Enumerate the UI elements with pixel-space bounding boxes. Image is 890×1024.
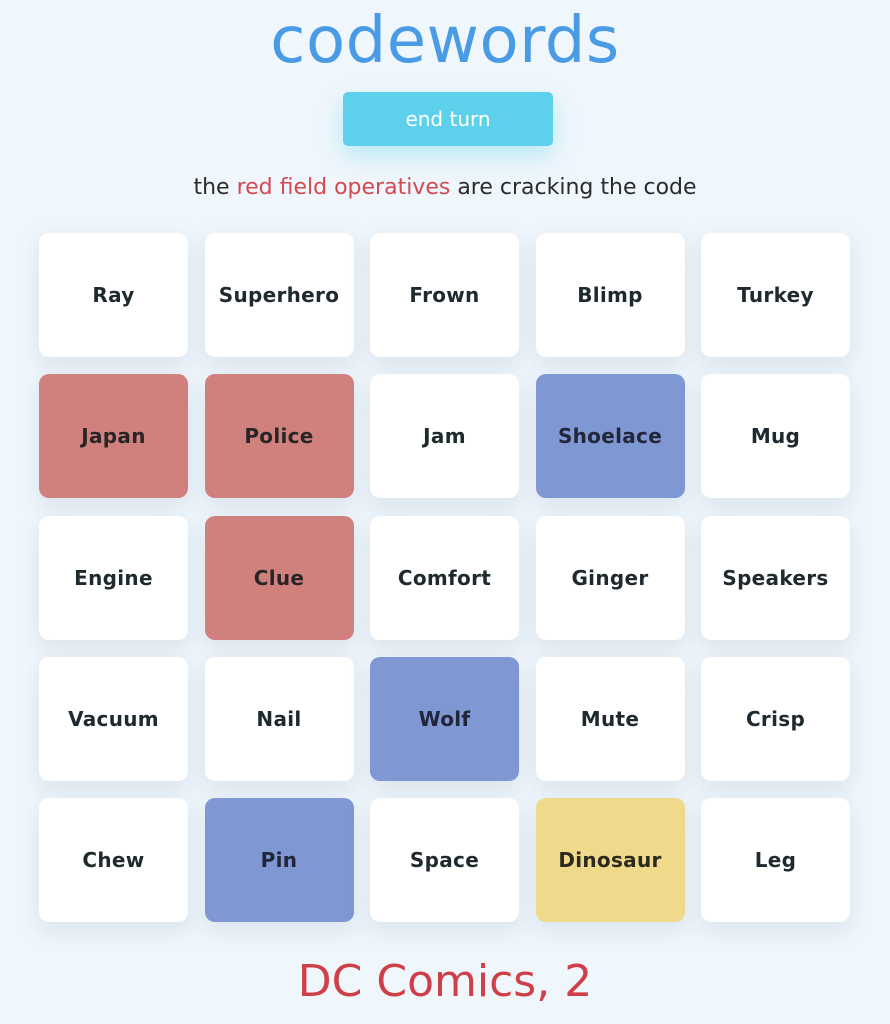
status-team: red field operatives <box>236 175 451 200</box>
word-card[interactable]: Police <box>204 374 354 499</box>
word-card[interactable]: Wolf <box>370 656 519 781</box>
word-card[interactable]: Shoelace <box>535 374 685 499</box>
card-word: Chew <box>82 848 145 872</box>
word-card[interactable]: Dinosaur <box>535 798 685 922</box>
card-word: Mute <box>580 706 640 731</box>
card-word: Dinosaur <box>558 848 662 872</box>
word-card[interactable]: Clue <box>204 515 354 640</box>
card-word: Pin <box>260 848 298 872</box>
word-card[interactable]: Vacuum <box>39 656 188 781</box>
word-card[interactable]: Pin <box>204 798 354 922</box>
status-suffix: are cracking the code <box>457 175 697 200</box>
card-word: Nail <box>256 706 302 731</box>
word-card[interactable]: Speakers <box>701 515 850 640</box>
word-card[interactable]: Blimp <box>535 233 685 357</box>
word-card[interactable]: Crisp <box>701 656 850 781</box>
card-word: Engine <box>74 565 153 590</box>
current-clue: DC Comics, 2 <box>297 956 593 1007</box>
card-word: Ginger <box>571 565 649 590</box>
word-card[interactable]: Jam <box>370 374 519 499</box>
codewords-app: codewords end turn the red field operati… <box>0 0 890 1024</box>
card-word: Turkey <box>737 283 814 307</box>
card-word: Mug <box>750 424 801 449</box>
card-word: Blimp <box>577 283 643 307</box>
game-title: codewords <box>270 4 620 78</box>
word-board: Ray Superhero Frown Blimp Turkey Japan P… <box>39 233 850 922</box>
card-word: Police <box>244 424 314 449</box>
word-card[interactable]: Mute <box>535 656 685 781</box>
word-card[interactable]: Engine <box>39 515 188 640</box>
card-word: Superhero <box>218 283 340 307</box>
word-card[interactable]: Superhero <box>204 233 354 357</box>
card-word: Frown <box>409 283 480 307</box>
card-word: Comfort <box>397 565 492 590</box>
end-turn-button[interactable]: end turn <box>343 92 553 146</box>
status-prefix: the <box>193 175 230 200</box>
word-card[interactable]: Comfort <box>370 515 519 640</box>
card-word: Space <box>409 848 480 872</box>
card-word: Ray <box>92 283 135 307</box>
word-card[interactable]: Ginger <box>535 515 685 640</box>
word-card[interactable]: Frown <box>370 233 519 357</box>
word-card[interactable]: Mug <box>701 374 850 499</box>
word-card[interactable]: Space <box>370 798 519 922</box>
card-word: Clue <box>253 565 305 590</box>
word-card[interactable]: Leg <box>701 798 850 922</box>
word-card[interactable]: Japan <box>39 374 188 499</box>
card-word: Shoelace <box>557 424 663 449</box>
card-word: Vacuum <box>68 706 159 731</box>
card-word: Speakers <box>722 565 829 590</box>
card-word: Japan <box>81 424 146 449</box>
word-card[interactable]: Chew <box>39 798 188 922</box>
card-word: Wolf <box>418 706 471 731</box>
card-word: Crisp <box>745 706 806 731</box>
word-card[interactable]: Nail <box>204 656 354 781</box>
turn-status: the red field operatives are cracking th… <box>0 172 890 204</box>
card-word: Jam <box>423 424 466 449</box>
word-card[interactable]: Turkey <box>701 233 850 357</box>
card-word: Leg <box>754 848 797 872</box>
word-card[interactable]: Ray <box>39 233 188 357</box>
